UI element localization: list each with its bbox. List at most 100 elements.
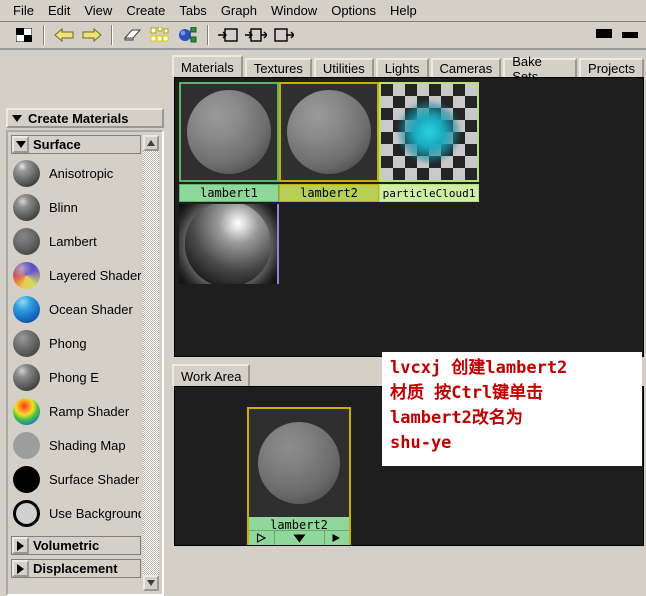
group-header-volumetric[interactable]: Volumetric bbox=[11, 536, 141, 555]
chevron-down-icon bbox=[15, 141, 26, 148]
expand-down-icon[interactable] bbox=[273, 531, 325, 545]
input-output-connections-icon[interactable] bbox=[245, 25, 267, 45]
tab-materials[interactable]: Materials bbox=[172, 55, 243, 77]
surface-shader-swatch-icon bbox=[11, 463, 42, 495]
node-lambert2[interactable]: lambert2 bbox=[247, 407, 351, 545]
material-item-layered-shader[interactable]: Layered Shader bbox=[11, 258, 141, 292]
create-materials-title: Create Materials bbox=[28, 110, 129, 126]
material-swatch-lambert2[interactable]: lambert2 bbox=[279, 82, 379, 202]
material-label: Ocean Shader bbox=[49, 301, 133, 317]
scroll-down-arrow-icon[interactable] bbox=[143, 575, 159, 591]
material-swatch-label: particleCloud1 bbox=[379, 184, 479, 202]
ramp-shader-swatch-icon bbox=[11, 395, 42, 427]
sidebar-scrollbar[interactable] bbox=[143, 135, 159, 591]
shading-map-swatch-icon bbox=[11, 429, 42, 461]
output-arrow-icon[interactable] bbox=[325, 531, 350, 545]
scroll-up-arrow-icon[interactable] bbox=[143, 135, 159, 151]
particlecloud1-preview bbox=[379, 82, 479, 182]
menu-item-options[interactable]: Options bbox=[324, 2, 383, 19]
hypershade-right-pane: Materials Textures Utilities Lights Came… bbox=[170, 52, 646, 548]
material-label: Phong bbox=[49, 335, 87, 351]
hypershade-window: File Edit View Create Tabs Graph Window … bbox=[0, 0, 646, 596]
tab-lights[interactable]: Lights bbox=[375, 58, 429, 77]
menu-item-view[interactable]: View bbox=[77, 2, 119, 19]
menu-item-create[interactable]: Create bbox=[119, 2, 172, 19]
restore-button[interactable] bbox=[594, 26, 614, 40]
material-label: Anisotropic bbox=[49, 165, 114, 181]
material-item-phong[interactable]: Phong bbox=[11, 326, 141, 360]
create-panel-body: Surface Anisotropic Blinn Lambert Layere… bbox=[6, 130, 164, 596]
minimize-button[interactable] bbox=[620, 26, 640, 40]
material-swatch-label: lambert2 bbox=[279, 184, 379, 202]
menu-item-graph[interactable]: Graph bbox=[214, 2, 264, 19]
input-arrow-icon[interactable] bbox=[249, 531, 274, 545]
displacement-expand-toggle[interactable] bbox=[12, 560, 29, 577]
work-area-tab-strip: Work Area bbox=[172, 364, 252, 386]
tab-textures[interactable]: Textures bbox=[244, 58, 312, 77]
back-arrow-icon[interactable] bbox=[53, 25, 75, 45]
material-swatch-particlecloud1[interactable]: particleCloud1 bbox=[379, 82, 479, 202]
tab-strip: Materials Textures Utilities Lights Came… bbox=[172, 54, 646, 84]
material-item-ocean-shader[interactable]: Ocean Shader bbox=[11, 292, 141, 326]
menu-item-window[interactable]: Window bbox=[264, 2, 324, 19]
phong-swatch-icon bbox=[11, 327, 42, 359]
annotation-note: lvcxj 创建lambert2 材质 按Ctrl键单击 lambert2改名为… bbox=[382, 352, 642, 466]
chevron-right-icon bbox=[17, 540, 24, 551]
material-item-ramp-shader[interactable]: Ramp Shader bbox=[11, 394, 141, 428]
chevron-down-icon bbox=[12, 114, 22, 122]
material-swatch-partial[interactable] bbox=[179, 204, 279, 284]
material-label: Surface Shader bbox=[49, 471, 140, 487]
checker-swatch-icon[interactable] bbox=[13, 25, 35, 45]
material-label: Ramp Shader bbox=[49, 403, 130, 419]
node-button-bar bbox=[249, 530, 349, 545]
tab-projects[interactable]: Projects bbox=[579, 58, 644, 77]
material-item-lambert[interactable]: Lambert bbox=[11, 224, 141, 258]
material-item-phong-e[interactable]: Phong E bbox=[11, 360, 141, 394]
eraser-icon[interactable] bbox=[121, 25, 143, 45]
tab-cameras[interactable]: Cameras bbox=[430, 58, 502, 77]
use-background-swatch-icon bbox=[11, 497, 42, 529]
material-label: Layered Shader bbox=[49, 267, 141, 283]
material-label: Blinn bbox=[49, 199, 78, 215]
lambert1-preview bbox=[179, 82, 279, 182]
blinn-swatch-icon bbox=[11, 191, 42, 223]
forward-arrow-icon[interactable] bbox=[81, 25, 103, 45]
annotation-line-4: shu-ye bbox=[390, 433, 452, 453]
input-connections-icon[interactable] bbox=[217, 25, 239, 45]
material-label: Lambert bbox=[49, 233, 97, 249]
material-item-blinn[interactable]: Blinn bbox=[11, 190, 141, 224]
menu-item-help[interactable]: Help bbox=[383, 2, 424, 19]
group-header-surface[interactable]: Surface bbox=[11, 135, 141, 154]
volumetric-expand-toggle[interactable] bbox=[12, 537, 29, 554]
material-item-use-background[interactable]: Use Background bbox=[11, 496, 141, 530]
output-connections-icon[interactable] bbox=[273, 25, 295, 45]
menu-item-file[interactable]: File bbox=[6, 2, 41, 19]
partial-material-preview bbox=[179, 204, 279, 284]
tab-utilities[interactable]: Utilities bbox=[313, 58, 374, 77]
material-swatch-lambert1[interactable]: lambert1 bbox=[179, 82, 279, 202]
tab-work-area[interactable]: Work Area bbox=[172, 364, 251, 386]
material-item-anisotropic[interactable]: Anisotropic bbox=[11, 156, 141, 190]
menu-item-tabs[interactable]: Tabs bbox=[172, 2, 213, 19]
materials-canvas[interactable]: lambert1 lambert2 particleCloud1 bbox=[174, 77, 644, 357]
material-label: Shading Map bbox=[49, 437, 126, 453]
material-label: Phong E bbox=[49, 369, 99, 385]
graph-network-icon[interactable] bbox=[177, 25, 199, 45]
surface-collapse-toggle[interactable] bbox=[12, 136, 29, 153]
group-label-volumetric: Volumetric bbox=[33, 538, 100, 553]
create-materials-header[interactable]: Create Materials bbox=[6, 108, 164, 128]
material-item-surface-shader[interactable]: Surface Shader bbox=[11, 462, 141, 496]
swatch-row-1: lambert1 lambert2 particleCloud1 bbox=[179, 82, 479, 202]
tab-bake-sets[interactable]: Bake Sets bbox=[503, 54, 578, 84]
toolbar bbox=[0, 22, 646, 50]
graph-grid-icon[interactable] bbox=[149, 25, 171, 45]
node-preview bbox=[249, 409, 349, 517]
swatch-row-2 bbox=[179, 204, 279, 284]
material-item-shading-map[interactable]: Shading Map bbox=[11, 428, 141, 462]
ocean-shader-swatch-icon bbox=[11, 293, 42, 325]
anisotropic-swatch-icon bbox=[11, 157, 42, 189]
material-swatch-label: lambert1 bbox=[179, 184, 279, 202]
layered-shader-swatch-icon bbox=[11, 259, 42, 291]
menu-item-edit[interactable]: Edit bbox=[41, 2, 77, 19]
group-header-displacement[interactable]: Displacement bbox=[11, 559, 141, 578]
